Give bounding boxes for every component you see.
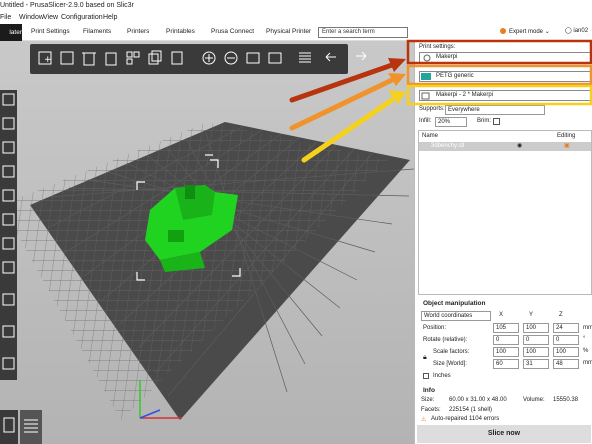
arrow-yellow-icon — [301, 97, 395, 163]
highlight-print-settings — [406, 39, 592, 65]
arrow-red-icon — [289, 62, 395, 103]
highlight-printer — [406, 84, 592, 106]
arrow-orange-icon — [289, 77, 395, 131]
highlight-filament — [406, 64, 592, 86]
annotation-overlay — [289, 39, 592, 163]
